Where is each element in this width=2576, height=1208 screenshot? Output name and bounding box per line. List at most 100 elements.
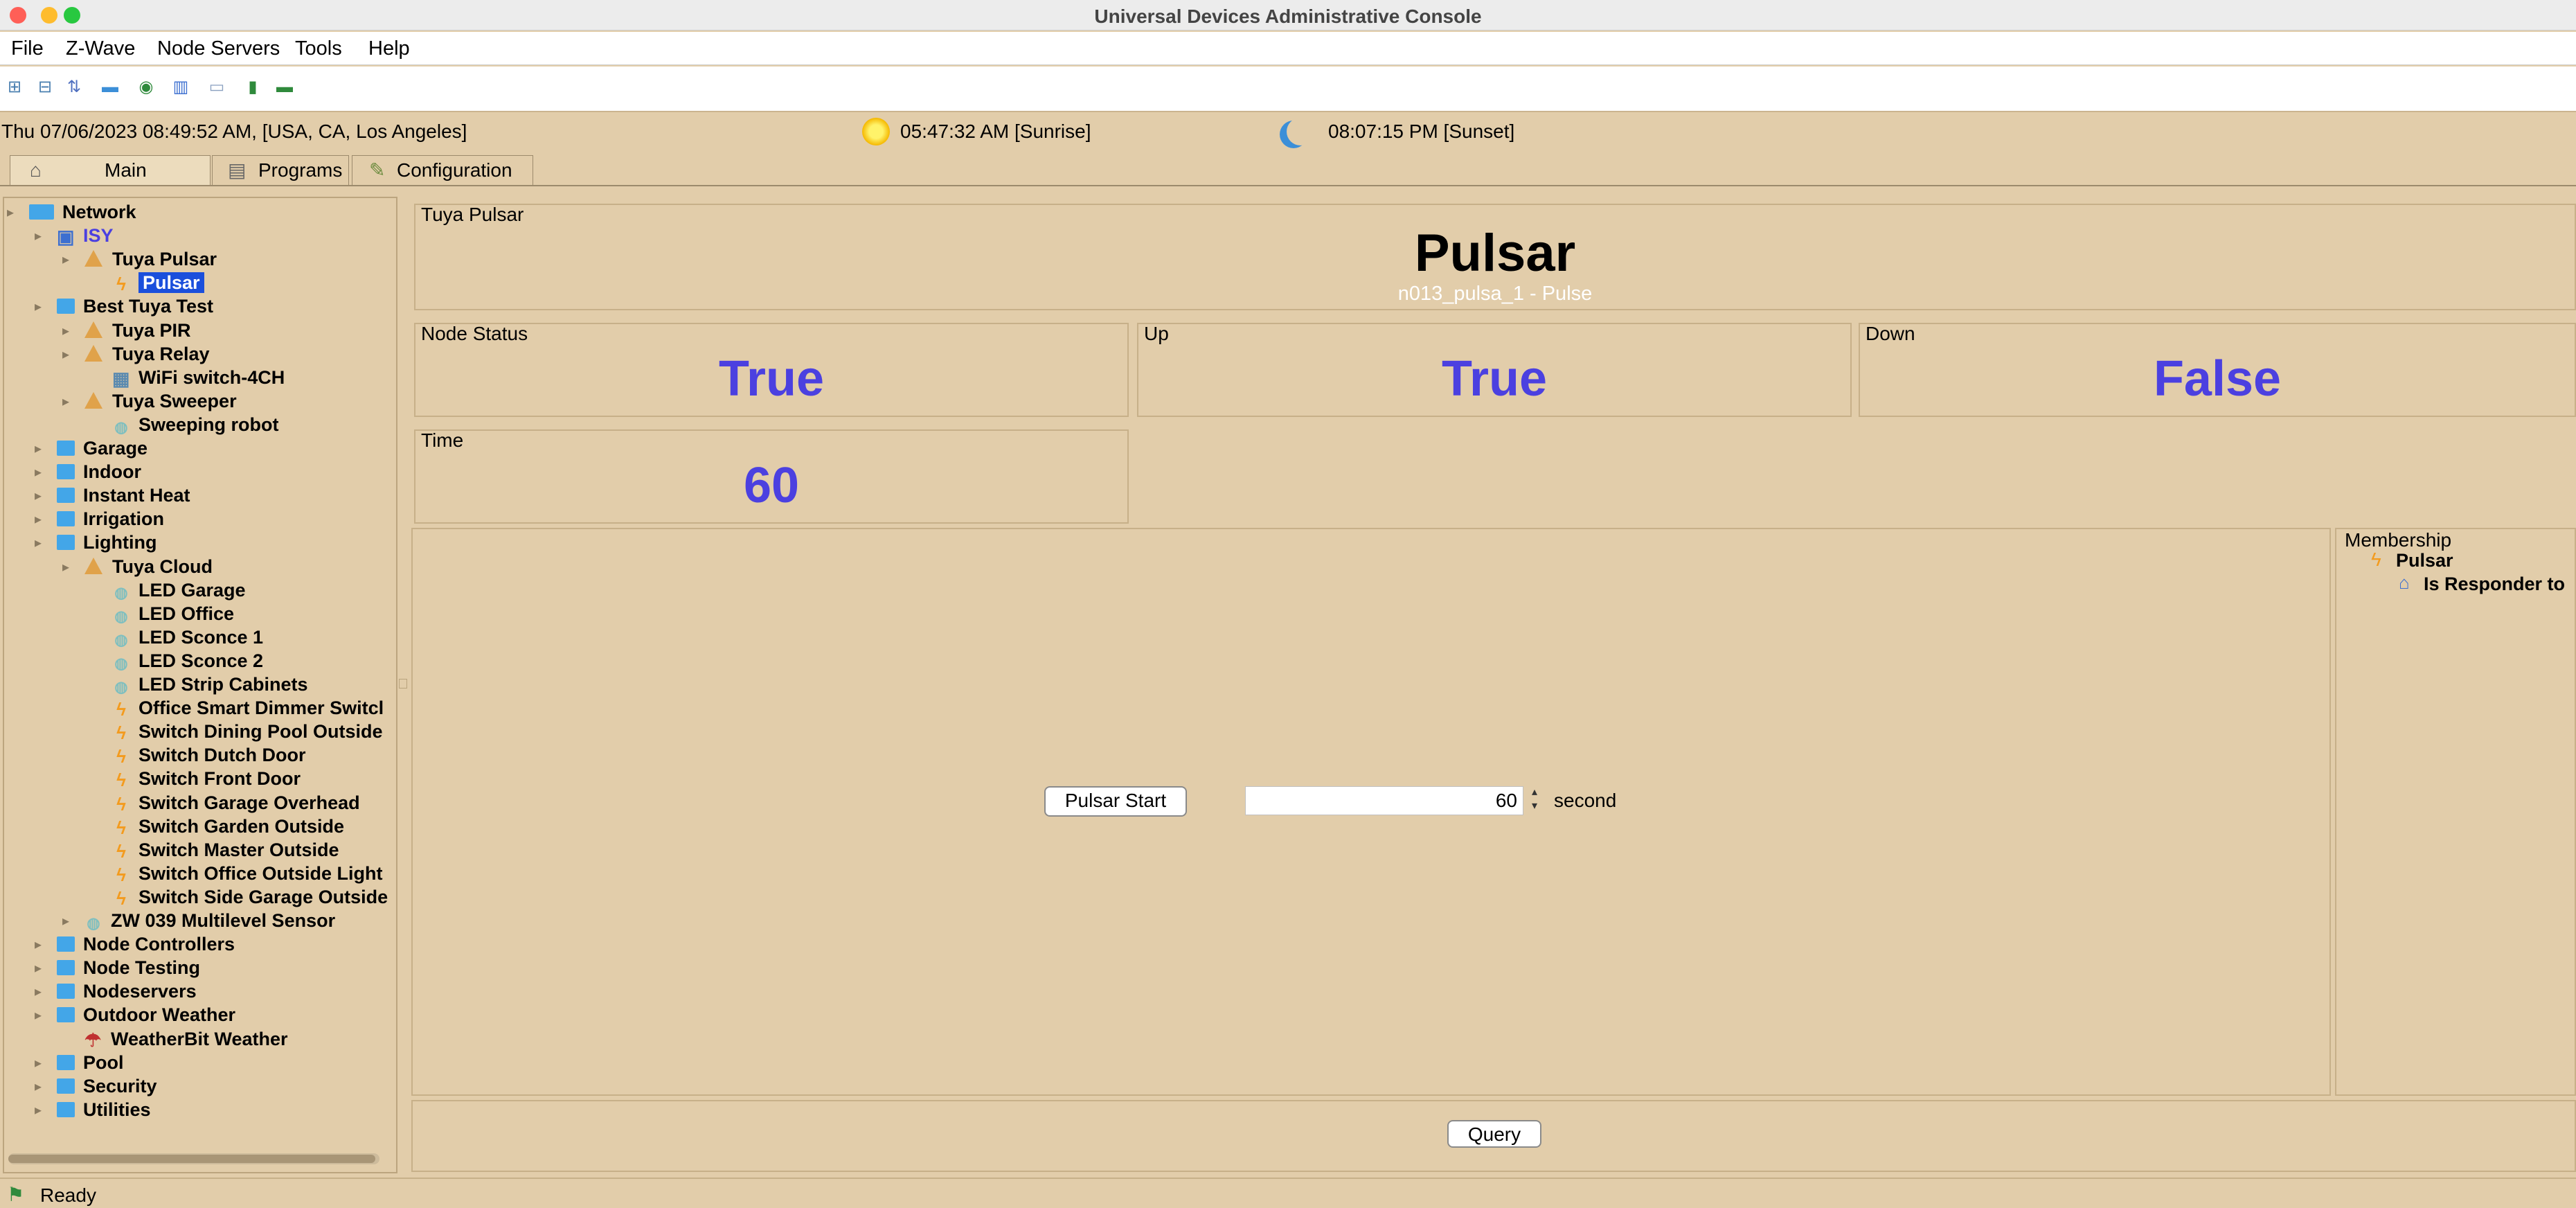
menu-tools[interactable]: Tools: [295, 37, 342, 60]
tree-item[interactable]: Best Tuya Test: [57, 295, 213, 317]
tree-toggle[interactable]: ▸: [62, 393, 69, 410]
tree-item[interactable]: ϟ Switch Garden Outside: [112, 815, 344, 839]
pulsar-start-button[interactable]: Pulsar Start: [1044, 786, 1187, 817]
folder-icon: [57, 488, 75, 504]
tree-toggle[interactable]: ▸: [35, 487, 42, 504]
tree-toggle[interactable]: ▸: [62, 558, 69, 576]
bolt-icon: ϟ: [116, 864, 126, 885]
tree-item[interactable]: Network: [29, 201, 136, 223]
tree-toggle[interactable]: ▸: [35, 1054, 42, 1072]
folder-icon[interactable]: ▬: [100, 77, 120, 98]
tab-configuration[interactable]: ✎ Configuration: [352, 155, 533, 186]
tree-item[interactable]: ϟ Office Smart Dimmer Switcl: [112, 697, 384, 720]
tree-item[interactable]: ◍ LED Office: [112, 603, 234, 625]
tree-item[interactable]: Tuya Pulsar: [84, 248, 217, 270]
collapse-icon[interactable]: ⊟: [35, 77, 55, 98]
tree-item[interactable]: ϟ Switch Dining Pool Outside: [112, 720, 382, 744]
panel-splitter[interactable]: [399, 679, 407, 689]
tree-item[interactable]: ◍ ZW 039 Multilevel Sensor: [84, 909, 335, 932]
tab-programs[interactable]: ▤ Programs: [212, 155, 349, 186]
tree-item[interactable]: ϟ Switch Master Outside: [112, 839, 339, 862]
tree-item[interactable]: Nodeservers: [57, 980, 197, 1002]
tree-toggle[interactable]: ▸: [35, 983, 42, 1000]
folder-icon: [57, 1101, 75, 1117]
tab-main[interactable]: ⌂ Main: [10, 155, 211, 186]
menu-node-servers[interactable]: Node Servers: [157, 37, 280, 60]
membership-relation: Is Responder to: [2424, 574, 2566, 594]
tree-toggle[interactable]: ▸: [35, 1101, 42, 1119]
tree-item[interactable]: Node Testing: [57, 957, 200, 979]
tree-toggle[interactable]: ▸: [35, 959, 42, 977]
tree-item[interactable]: Security: [57, 1075, 157, 1097]
tree-item[interactable]: ◍ Sweeping robot: [112, 414, 278, 436]
tree-toggle[interactable]: ▸: [35, 440, 42, 457]
sunrise-time: 05:47:32 AM [Sunrise]: [900, 121, 1091, 142]
tree-toggle[interactable]: ▸: [35, 936, 42, 953]
tree-item[interactable]: ϟ Pulsar: [112, 272, 204, 295]
battery-icon[interactable]: ▮: [242, 77, 263, 98]
tree-item-label: Switch Garage Overhead: [138, 792, 360, 813]
window-title: Universal Devices Administrative Console: [1094, 6, 1482, 27]
tree-toggle[interactable]: ▸: [62, 251, 69, 268]
tree-toggle[interactable]: ▸: [35, 510, 42, 528]
tree-item-label: Instant Heat: [83, 485, 190, 506]
tree-item[interactable]: Pool: [57, 1051, 124, 1074]
tree-item[interactable]: Utilities: [57, 1099, 151, 1121]
scrollbar-thumb[interactable]: [8, 1155, 375, 1163]
window-icon[interactable]: ▭: [206, 77, 227, 98]
membership-node[interactable]: Pulsar: [2396, 550, 2453, 571]
tree-toggle[interactable]: ▸: [62, 912, 69, 930]
tree-item[interactable]: ◍ LED Sconce 2: [112, 650, 263, 672]
tree-item[interactable]: ◍ LED Sconce 1: [112, 626, 263, 648]
menu-z-wave[interactable]: Z-Wave: [66, 37, 135, 60]
tree-item[interactable]: ◍ LED Garage: [112, 579, 245, 601]
chart-icon[interactable]: ▥: [170, 77, 191, 98]
tree-toggle[interactable]: ▸: [62, 322, 69, 339]
tree-toggle[interactable]: ▸: [62, 346, 69, 363]
tree-toggle[interactable]: ▸: [35, 298, 42, 315]
tree-item[interactable]: ◍ LED Strip Cabinets: [112, 673, 307, 695]
tree-toggle[interactable]: ▸: [35, 1078, 42, 1095]
tree-item[interactable]: ☂ WeatherBit Weather: [84, 1028, 288, 1051]
duration-input[interactable]: 60: [1245, 786, 1523, 815]
sort-icon[interactable]: ⇅: [64, 77, 84, 98]
tree-item[interactable]: Instant Heat: [57, 484, 190, 506]
tree-item[interactable]: Tuya Sweeper: [84, 390, 237, 412]
tree-item[interactable]: Tuya Cloud: [84, 556, 213, 578]
folder-icon: [57, 299, 75, 314]
network-icon[interactable]: ◉: [136, 77, 156, 98]
tree-item-label: LED Sconce 2: [138, 650, 264, 671]
duration-spinner[interactable]: ▴ ▾: [1527, 785, 1542, 816]
tree-item[interactable]: Indoor: [57, 461, 141, 483]
tree-toggle[interactable]: ▸: [35, 227, 42, 245]
tree-toggle[interactable]: ▸: [35, 463, 42, 481]
current-datetime: Thu 07/06/2023 08:49:52 AM, [USA, CA, Lo…: [1, 121, 467, 142]
tree-item[interactable]: ϟ Switch Side Garage Outside: [112, 886, 388, 909]
tree-item[interactable]: ϟ Switch Front Door: [112, 767, 301, 791]
tree-toggle[interactable]: ▸: [35, 1006, 42, 1024]
tree-item[interactable]: Outdoor Weather: [57, 1004, 235, 1026]
query-button[interactable]: Query: [1447, 1120, 1541, 1148]
tree-item-label: Tuya Pulsar: [112, 249, 217, 270]
tree-horizontal-scrollbar[interactable]: [8, 1153, 379, 1164]
menu-file[interactable]: File: [11, 37, 44, 60]
tree-item[interactable]: Irrigation: [57, 508, 164, 530]
tree-item[interactable]: Garage: [57, 437, 147, 459]
tree-toggle[interactable]: ▸: [35, 534, 42, 551]
tree-item[interactable]: ϟ Switch Garage Overhead: [112, 792, 360, 815]
tree-item[interactable]: Tuya Relay: [84, 343, 210, 365]
menu-help[interactable]: Help: [368, 37, 410, 60]
bulb-icon: ◍: [114, 607, 128, 625]
expand-icon[interactable]: ⊞: [4, 77, 25, 98]
plug-icon[interactable]: ▬: [274, 77, 295, 98]
tree-toggle[interactable]: ▸: [7, 204, 14, 221]
tree-item[interactable]: Lighting: [57, 531, 156, 553]
tree-item[interactable]: ϟ Switch Office Outside Light: [112, 862, 382, 886]
tree-item[interactable]: Node Controllers: [57, 933, 235, 955]
tab-programs-label: Programs: [258, 159, 343, 181]
tree-item[interactable]: ϟ Switch Dutch Door: [112, 744, 305, 767]
tree-item[interactable]: ▦ WiFi switch-4CH: [112, 366, 285, 389]
status-text: Ready: [40, 1184, 96, 1206]
tree-item[interactable]: Tuya PIR: [84, 319, 191, 341]
tree-item[interactable]: ▣ ISY: [57, 224, 114, 247]
